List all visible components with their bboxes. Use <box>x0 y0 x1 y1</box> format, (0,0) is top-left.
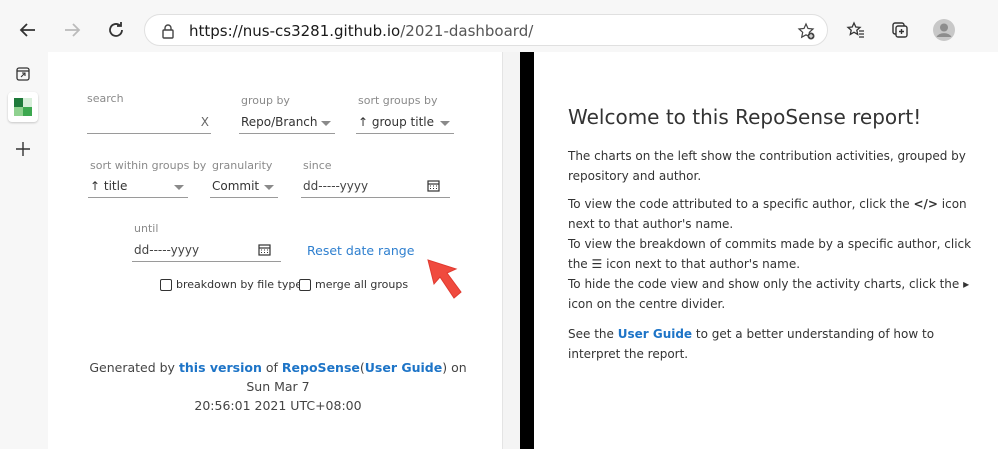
browser-toolbar: https://nus-cs3281.github.io/2021-dashbo… <box>0 8 998 52</box>
until-placeholder: dd-----yyyy <box>134 243 200 257</box>
user-guide-link[interactable]: User Guide <box>365 360 442 375</box>
calendar-icon[interactable] <box>427 179 440 192</box>
welcome-paragraph-guide: See the User Guide to get a better under… <box>568 324 988 364</box>
reset-date-range-link[interactable]: Reset date range <box>307 243 414 258</box>
url-path: /2021-dashboard/ <box>400 22 534 40</box>
sort-within-value: ↑ title <box>90 179 128 193</box>
chevron-down-icon <box>174 185 184 190</box>
centre-divider[interactable] <box>520 52 534 449</box>
sort-groups-label: sort groups by <box>358 94 438 107</box>
merge-groups-checkbox[interactable] <box>299 279 311 291</box>
commits-view-text-end: icon next to that author's name. <box>606 257 801 271</box>
search-label: search <box>87 92 124 105</box>
reposense-favicon-icon <box>14 98 32 116</box>
sort-within-label: sort within groups by <box>90 159 207 172</box>
pointer-arrow-icon <box>427 259 462 299</box>
close-paren: ) <box>442 360 448 375</box>
calendar-icon[interactable] <box>258 243 271 256</box>
sort-within-select[interactable]: ↑ title <box>88 176 188 198</box>
search-input[interactable]: X <box>87 112 211 134</box>
group-by-select[interactable]: Repo/Branch <box>239 112 335 134</box>
welcome-paragraph-charts: The charts on the left show the contribu… <box>568 149 966 183</box>
granularity-value: Commit <box>212 179 260 193</box>
until-label: until <box>134 222 159 235</box>
sidebar-rail <box>0 52 46 449</box>
chevron-down-icon <box>440 121 450 126</box>
lock-icon <box>162 24 174 39</box>
since-date-input[interactable]: dd-----yyyy <box>301 176 450 198</box>
forward-button[interactable] <box>58 16 86 44</box>
active-tab-favicon[interactable] <box>8 92 38 122</box>
address-bar[interactable]: https://nus-cs3281.github.io/2021-dashbo… <box>144 14 828 46</box>
caret-right-icon: ▸ <box>963 277 970 291</box>
welcome-paragraph-instructions: To view the code attributed to a specifi… <box>568 194 988 314</box>
url-host: https://nus-cs3281.github.io <box>189 22 401 40</box>
since-label: since <box>303 159 332 172</box>
generated-time: 20:56:01 2021 UTC+08:00 <box>194 398 362 413</box>
sort-groups-value: ↑ group title <box>358 115 434 129</box>
hide-view-text: To hide the code view and show only the … <box>568 277 960 291</box>
avatar-icon <box>933 19 955 41</box>
chevron-down-icon <box>321 121 331 126</box>
refresh-button[interactable] <box>102 16 130 44</box>
code-view-text: To view the code attributed to a specifi… <box>568 197 910 211</box>
add-favorite-icon[interactable] <box>797 22 815 40</box>
group-by-value: Repo/Branch <box>241 115 318 129</box>
forward-arrow-icon <box>65 23 81 37</box>
back-button[interactable] <box>14 16 42 44</box>
user-guide-link-welcome[interactable]: User Guide <box>618 327 692 341</box>
generated-by-text: Generated by this version of RepoSense(U… <box>78 358 478 415</box>
since-placeholder: dd-----yyyy <box>303 179 369 193</box>
merge-groups-label: merge all groups <box>315 278 409 291</box>
granularity-label: granularity <box>212 159 273 172</box>
welcome-panel: Welcome to this RepoSense report! The ch… <box>534 52 998 449</box>
collections-icon <box>892 22 908 38</box>
back-arrow-icon <box>19 23 35 37</box>
summary-panel: search X group by Repo/Branch sort group… <box>48 52 503 449</box>
until-date-input[interactable]: dd-----yyyy <box>132 240 281 262</box>
see-the-text: See the <box>568 327 614 341</box>
url-text: https://nus-cs3281.github.io/2021-dashbo… <box>189 22 533 40</box>
sort-groups-select[interactable]: ↑ group title <box>356 112 454 134</box>
tab-actions-icon[interactable] <box>15 66 31 82</box>
refresh-icon <box>109 22 123 37</box>
code-icon: </> <box>913 197 938 211</box>
breakdown-checkbox[interactable] <box>160 279 172 291</box>
breakdown-label: breakdown by file type <box>176 278 303 291</box>
granularity-select[interactable]: Commit <box>210 176 278 198</box>
favorites-icon <box>846 21 864 38</box>
hide-view-text-end: icon on the centre divider. <box>568 297 726 311</box>
of-text: of <box>265 360 278 375</box>
favorites-button[interactable] <box>842 16 870 44</box>
collections-button[interactable] <box>886 16 914 44</box>
reposense-link[interactable]: RepoSense <box>282 360 360 375</box>
welcome-title: Welcome to this RepoSense report! <box>568 105 922 129</box>
group-by-label: group by <box>241 94 290 107</box>
list-icon: ☰ <box>591 257 603 271</box>
profile-button[interactable] <box>930 16 958 44</box>
search-clear-button[interactable]: X <box>201 115 209 129</box>
new-tab-plus-icon[interactable] <box>15 141 31 157</box>
panel-gap <box>503 52 520 449</box>
this-version-link[interactable]: this version <box>179 360 262 375</box>
generated-by-prefix: Generated by <box>89 360 175 375</box>
chevron-down-icon <box>264 185 274 190</box>
